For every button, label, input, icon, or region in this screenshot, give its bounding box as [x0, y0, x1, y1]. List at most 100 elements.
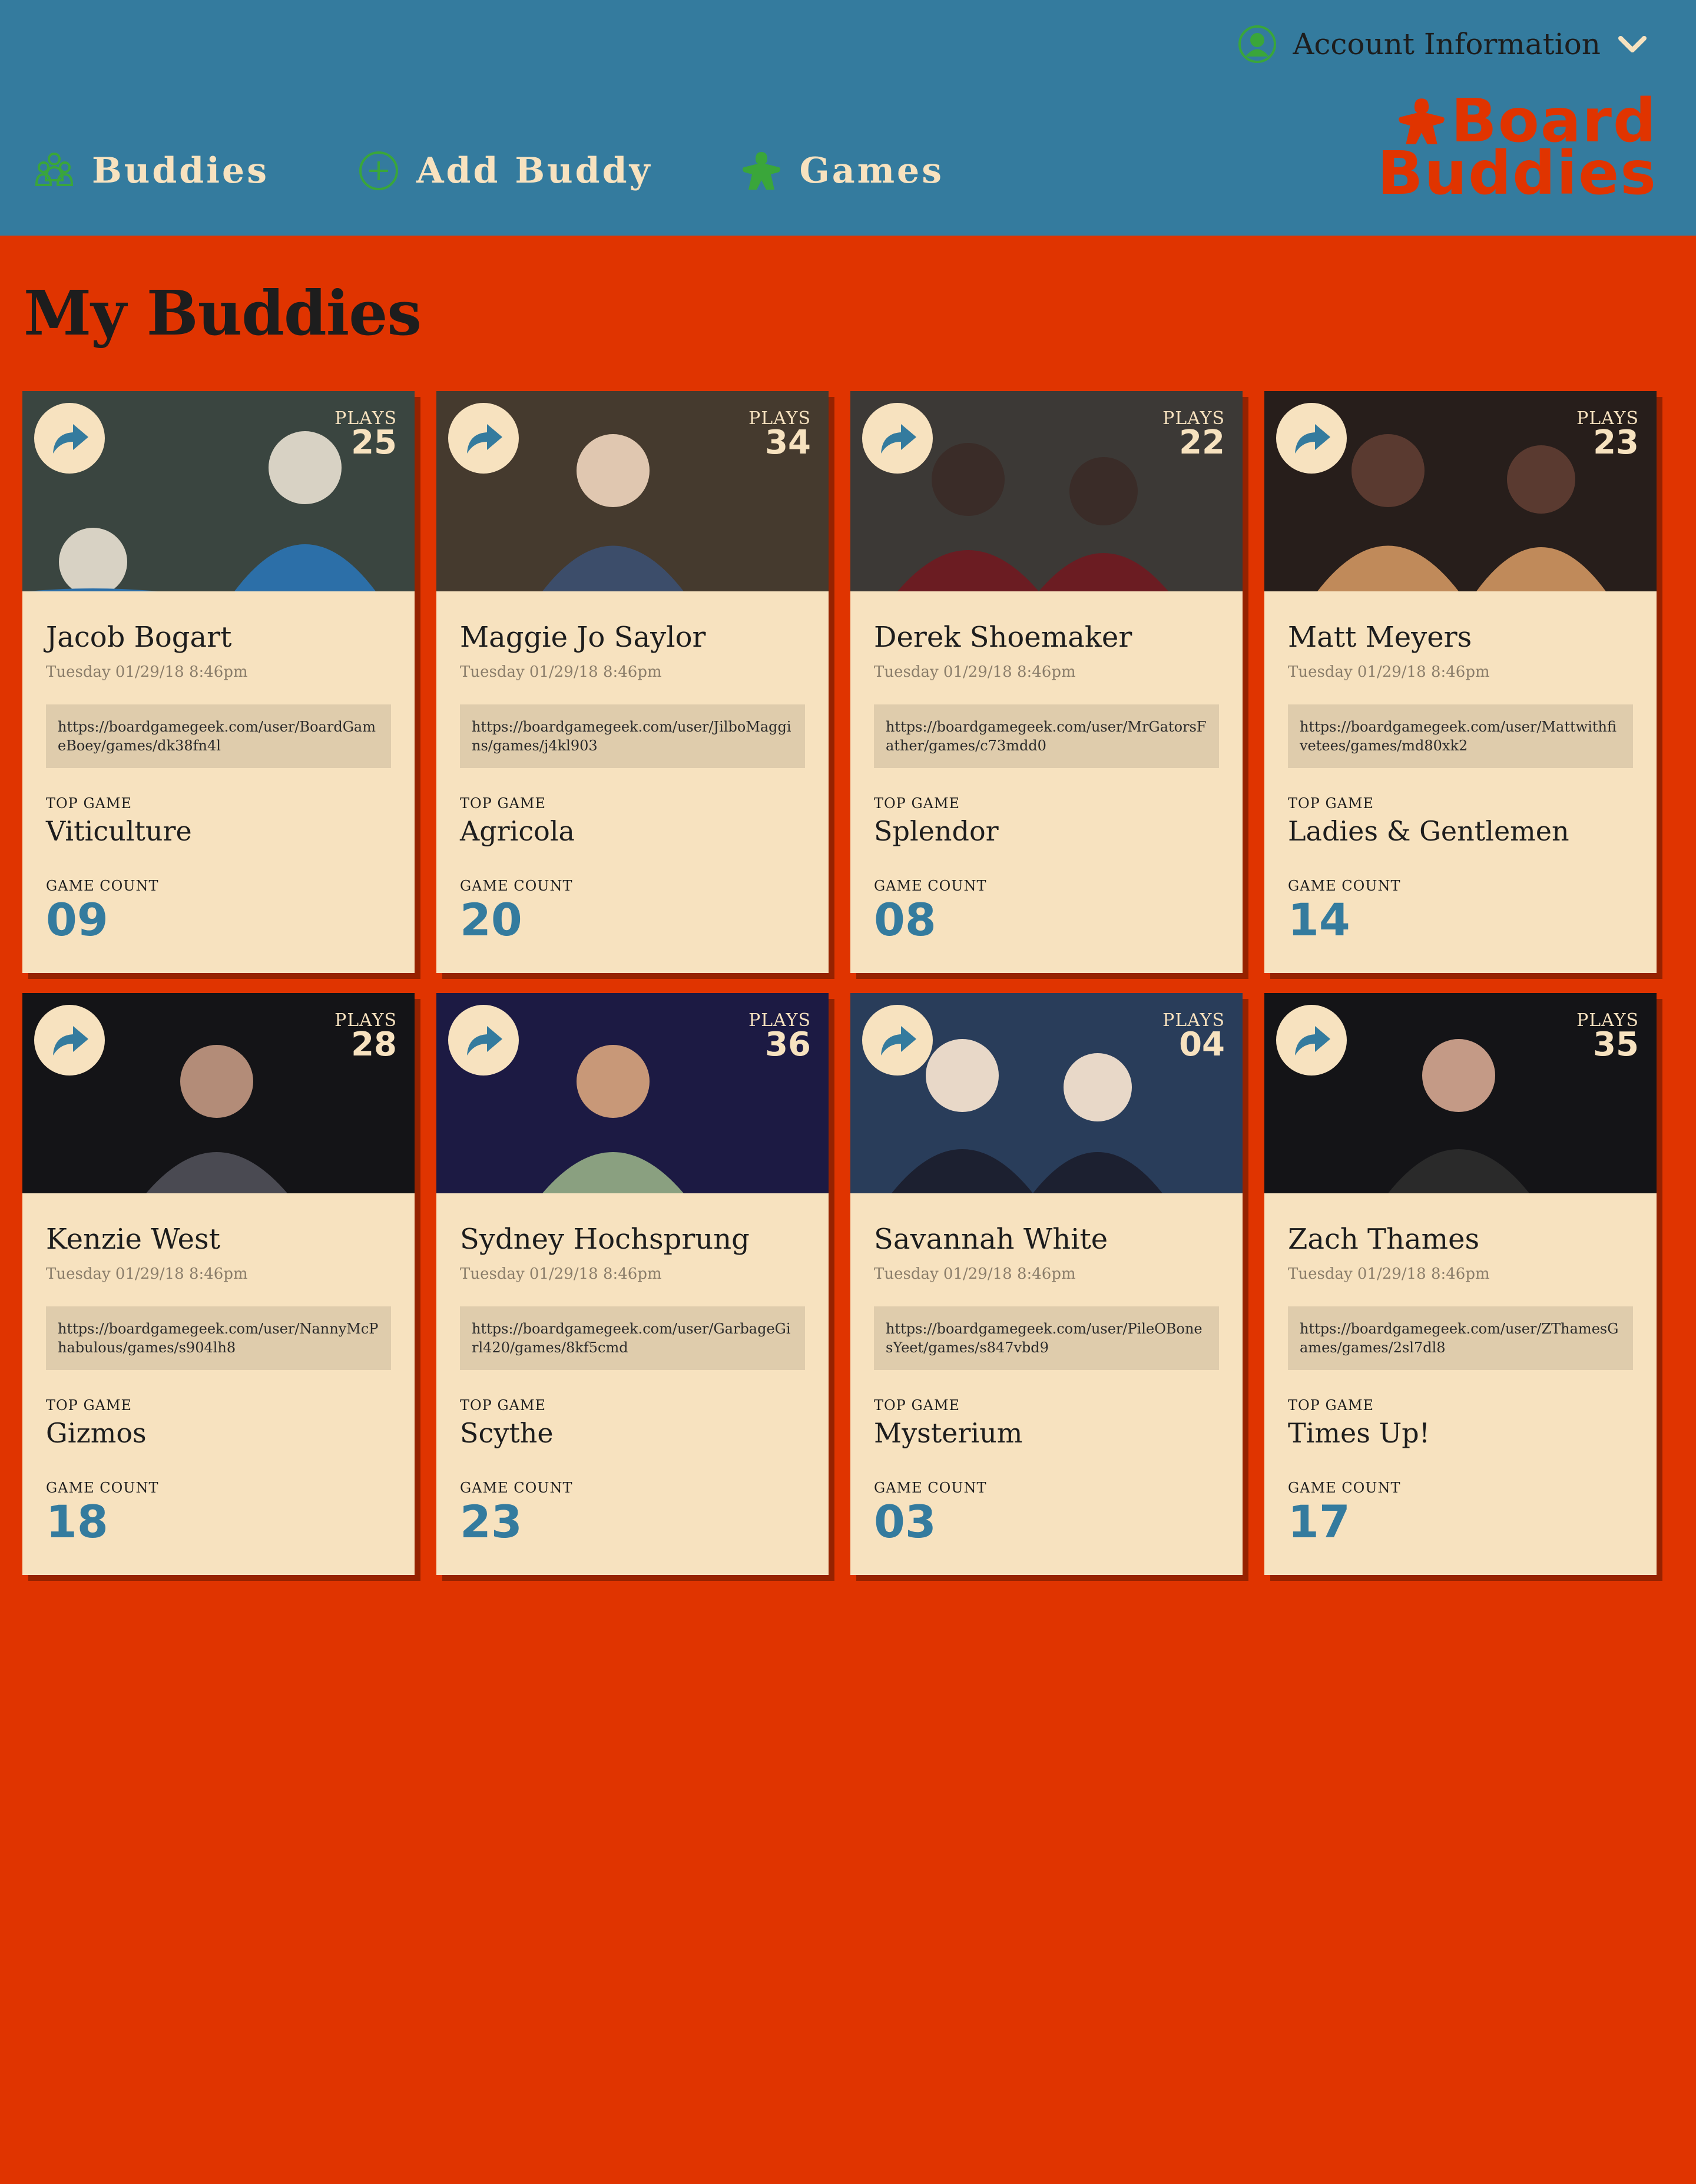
share-arrow-icon: [467, 424, 502, 454]
top-game-label: TOP GAME: [460, 1397, 546, 1414]
bgg-profile-link[interactable]: https://boardgamegeek.com/user/MrGatorsF…: [874, 704, 1219, 768]
plays-badge: PLAYS 35: [1576, 1012, 1639, 1064]
share-button[interactable]: [34, 1005, 105, 1076]
nav-item-games[interactable]: Games: [739, 148, 944, 193]
buddy-name: Zach Thames: [1288, 1223, 1480, 1256]
plays-badge: PLAYS 22: [1162, 410, 1225, 462]
buddy-card-body: Savannah White Tuesday 01/29/18 8:46pm h…: [850, 1222, 1243, 1548]
share-button[interactable]: [448, 403, 519, 474]
share-arrow-icon: [53, 424, 88, 454]
game-count-value: 17: [1288, 1495, 1350, 1548]
game-count-label: GAME COUNT: [460, 1480, 573, 1496]
nav-label-games: Games: [799, 150, 945, 191]
account-menu[interactable]: Account Information: [1237, 24, 1649, 65]
bgg-profile-link[interactable]: https://boardgamegeek.com/user/NannyMcPh…: [46, 1306, 391, 1370]
bgg-profile-link[interactable]: https://boardgamegeek.com/user/GarbageGi…: [460, 1306, 805, 1370]
buddy-card[interactable]: PLAYS 34 Maggie Jo Saylor Tuesday 01/29/…: [436, 391, 829, 973]
top-game-label: TOP GAME: [460, 795, 546, 812]
share-arrow-icon: [467, 1026, 502, 1055]
share-button[interactable]: [34, 403, 105, 474]
plays-value: 22: [1179, 423, 1225, 462]
top-game-value: Times Up!: [1288, 1417, 1430, 1449]
buddies-icon: [35, 153, 74, 186]
share-arrow-icon: [881, 1026, 916, 1055]
plays-badge: PLAYS 36: [748, 1012, 811, 1064]
game-count-value: 14: [1288, 894, 1350, 946]
plays-badge: PLAYS 04: [1162, 1012, 1225, 1064]
bgg-profile-link[interactable]: https://boardgamegeek.com/user/BoardGame…: [46, 704, 391, 768]
buddy-photo: PLAYS 04: [850, 993, 1243, 1193]
buddy-card[interactable]: PLAYS 28 Kenzie West Tuesday 01/29/18 8:…: [22, 993, 415, 1575]
buddy-name: Derek Shoemaker: [874, 621, 1132, 654]
buddy-photo: PLAYS 34: [436, 391, 829, 591]
plays-value: 28: [351, 1025, 397, 1064]
logo-line2: Buddies: [1377, 138, 1657, 209]
buddy-card[interactable]: PLAYS 25 Jacob Bogart Tuesday 01/29/18 8…: [22, 391, 415, 973]
game-count-label: GAME COUNT: [1288, 878, 1401, 894]
top-game-label: TOP GAME: [874, 1397, 960, 1414]
main-nav: Buddies Add Buddy Games: [32, 147, 1031, 194]
top-game-value: Agricola: [460, 815, 575, 847]
buddy-photo: PLAYS 35: [1264, 993, 1657, 1193]
meeple-icon: [743, 152, 781, 190]
buddy-card[interactable]: PLAYS 23 Matt Meyers Tuesday 01/29/18 8:…: [1264, 391, 1657, 973]
share-button[interactable]: [1276, 1005, 1347, 1076]
buddy-photo: PLAYS 23: [1264, 391, 1657, 591]
top-game-label: TOP GAME: [1288, 1397, 1374, 1414]
buddy-date: Tuesday 01/29/18 8:46pm: [874, 1265, 1076, 1283]
game-count-value: 18: [46, 1495, 108, 1548]
plays-value: 36: [765, 1025, 811, 1064]
buddy-name: Sydney Hochsprung: [460, 1223, 750, 1256]
share-button[interactable]: [448, 1005, 519, 1076]
top-game-label: TOP GAME: [46, 795, 132, 812]
game-count-label: GAME COUNT: [1288, 1480, 1401, 1496]
top-game-label: TOP GAME: [874, 795, 960, 812]
game-count-label: GAME COUNT: [874, 1480, 987, 1496]
top-game-value: Ladies & Gentlemen: [1288, 815, 1569, 847]
board-buddies-logo[interactable]: Board Buddies: [1377, 91, 1657, 204]
buddy-card-body: Matt Meyers Tuesday 01/29/18 8:46pm http…: [1264, 620, 1657, 946]
plays-value: 34: [765, 423, 811, 462]
bgg-profile-link[interactable]: https://boardgamegeek.com/user/Mattwithf…: [1288, 704, 1633, 768]
plays-badge: PLAYS 23: [1576, 410, 1639, 459]
top-game-label: TOP GAME: [46, 1397, 132, 1414]
share-arrow-icon: [53, 1026, 88, 1055]
buddy-date: Tuesday 01/29/18 8:46pm: [1288, 1265, 1490, 1283]
top-game-value: Viticulture: [46, 815, 192, 847]
game-count-label: GAME COUNT: [460, 878, 573, 894]
buddy-card[interactable]: PLAYS 35 Zach Thames Tuesday 01/29/18 8:…: [1264, 993, 1657, 1575]
buddy-card[interactable]: PLAYS 04 Savannah White Tuesday 01/29/18…: [850, 993, 1243, 1575]
page-title: My Buddies: [24, 277, 422, 349]
nav-item-buddies[interactable]: Buddies: [32, 148, 269, 193]
share-button[interactable]: [862, 403, 933, 474]
buddy-name: Matt Meyers: [1288, 621, 1472, 654]
share-arrow-icon: [1295, 424, 1330, 454]
buddy-name: Kenzie West: [46, 1223, 220, 1256]
bgg-profile-link[interactable]: https://boardgamegeek.com/user/PileOBone…: [874, 1306, 1219, 1370]
top-header: Account Information Buddies Add Buddy Ga…: [0, 0, 1696, 236]
plays-value: 35: [1593, 1025, 1639, 1064]
bgg-profile-link[interactable]: https://boardgamegeek.com/user/ZThamesGa…: [1288, 1306, 1633, 1370]
share-button[interactable]: [862, 1005, 933, 1076]
share-button[interactable]: [1276, 403, 1347, 474]
buddy-photo: PLAYS 22: [850, 391, 1243, 591]
plays-badge: PLAYS 28: [334, 1012, 397, 1064]
plays-value: 25: [351, 423, 397, 462]
buddy-card-body: Sydney Hochsprung Tuesday 01/29/18 8:46p…: [436, 1222, 829, 1548]
buddy-photo: PLAYS 28: [22, 993, 415, 1193]
buddy-card[interactable]: PLAYS 36 Sydney Hochsprung Tuesday 01/29…: [436, 993, 829, 1575]
buddy-date: Tuesday 01/29/18 8:46pm: [1288, 663, 1490, 681]
buddy-card[interactable]: PLAYS 22 Derek Shoemaker Tuesday 01/29/1…: [850, 391, 1243, 973]
plays-value: 04: [1179, 1025, 1225, 1064]
game-count-value: 23: [460, 1495, 522, 1548]
game-count-value: 20: [460, 894, 522, 946]
game-count-value: 09: [46, 894, 108, 946]
chevron-down-icon: [1618, 36, 1647, 52]
buddy-photo: PLAYS 36: [436, 993, 829, 1193]
add-circle-icon: [359, 151, 398, 190]
nav-item-add-buddy[interactable]: Add Buddy: [356, 148, 652, 193]
share-arrow-icon: [1295, 1026, 1330, 1055]
plays-badge: PLAYS 25: [334, 410, 397, 462]
user-icon: [1238, 25, 1277, 63]
bgg-profile-link[interactable]: https://boardgamegeek.com/user/JilboMagg…: [460, 704, 805, 768]
